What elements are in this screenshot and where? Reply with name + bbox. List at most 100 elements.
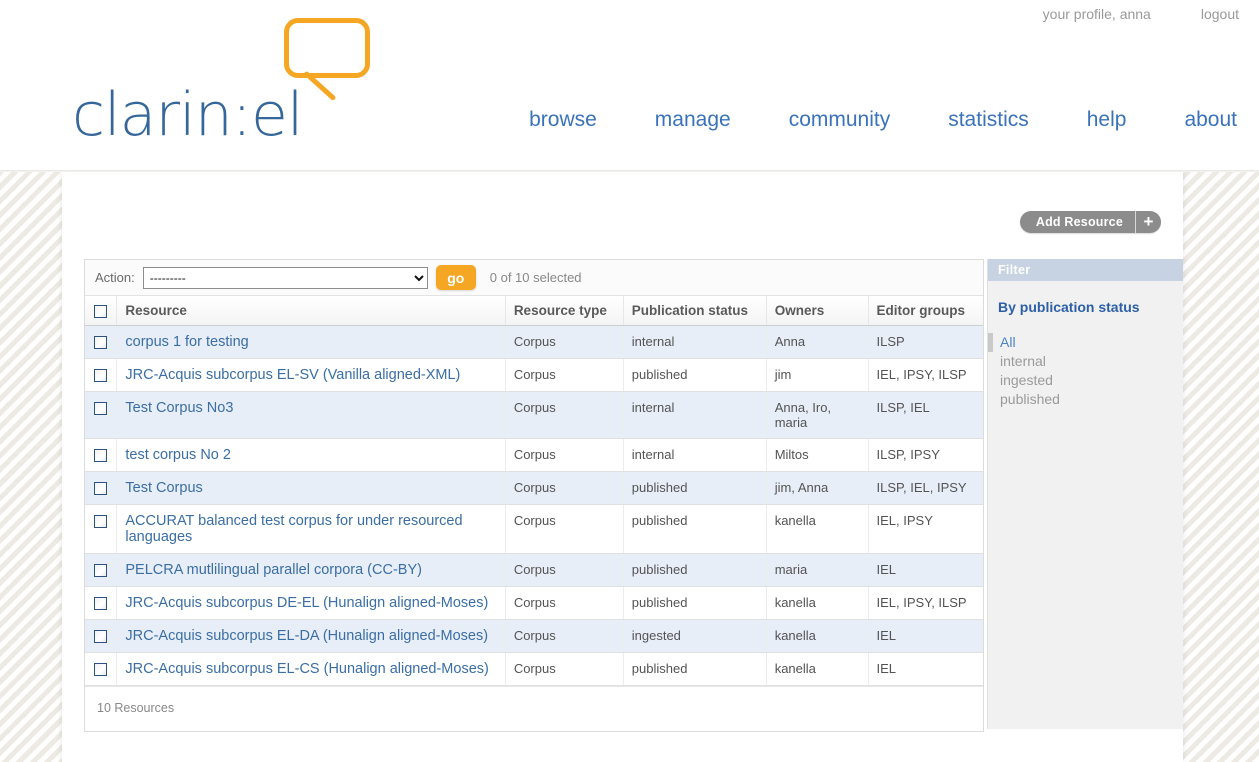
nav-item-manage[interactable]: manage <box>655 108 731 132</box>
resource-link[interactable]: PELCRA mutlilingual parallel corpora (CC… <box>125 562 422 578</box>
table-row: test corpus No 2 Corpus internal Miltos … <box>85 438 983 472</box>
table-row: corpus 1 for testing Corpus internal Ann… <box>85 325 983 359</box>
go-button[interactable]: go <box>435 265 476 290</box>
table-row: JRC-Acquis subcorpus EL-SV (Vanilla alig… <box>85 358 983 392</box>
cell-resource-type: Corpus <box>505 553 624 587</box>
column-header-resource-type[interactable]: Resource type <box>505 296 624 326</box>
action-label: Action: <box>95 270 135 285</box>
row-select-cell[interactable] <box>85 471 118 505</box>
nav-item-statistics[interactable]: statistics <box>948 108 1029 132</box>
column-header-publication-status[interactable]: Publication status <box>623 296 767 326</box>
row-checkbox[interactable] <box>94 663 108 677</box>
row-checkbox[interactable] <box>94 336 108 350</box>
row-checkbox[interactable] <box>94 564 108 578</box>
selection-count: 0 of 10 selected <box>489 270 582 285</box>
plus-icon: + <box>1135 211 1161 233</box>
cell-publication-status: published <box>623 652 767 686</box>
speech-bubble-icon <box>284 18 370 78</box>
resource-link[interactable]: JRC-Acquis subcorpus EL-DA (Hunalign ali… <box>125 628 488 644</box>
cell-publication-status: ingested <box>623 619 767 653</box>
profile-link[interactable]: your profile, anna <box>1043 6 1151 22</box>
cell-owners: kanella <box>766 504 869 554</box>
column-header-resource[interactable]: Resource <box>116 296 506 326</box>
resource-link[interactable]: JRC-Acquis subcorpus DE-EL (Hunalign ali… <box>125 595 488 611</box>
resource-link[interactable]: ACCURAT balanced test corpus for under r… <box>125 513 462 545</box>
resource-link[interactable]: JRC-Acquis subcorpus EL-CS (Hunalign ali… <box>125 661 488 677</box>
add-resource-label: Add Resource <box>1035 215 1123 229</box>
action-toolbar: Action: --------- go 0 of 10 selected <box>85 260 983 296</box>
cell-resource: Test Corpus No3 <box>116 391 506 439</box>
filter-group-title: By publication status <box>998 299 1140 315</box>
cell-owners: kanella <box>766 586 869 620</box>
cell-editor-groups: ILSP, IEL <box>868 391 983 439</box>
row-select-cell[interactable] <box>85 504 118 554</box>
cell-editor-groups: IEL, IPSY, ILSP <box>868 358 983 392</box>
cell-publication-status: internal <box>623 438 767 472</box>
row-checkbox[interactable] <box>94 482 108 496</box>
select-all-header[interactable] <box>85 296 118 326</box>
nav-item-about[interactable]: about <box>1184 108 1237 132</box>
cell-publication-status: published <box>623 586 767 620</box>
cell-resource-type: Corpus <box>505 619 624 653</box>
filter-title: Filter <box>988 259 1183 281</box>
cell-resource-type: Corpus <box>505 438 624 472</box>
resource-link[interactable]: JRC-Acquis subcorpus EL-SV (Vanilla alig… <box>125 367 460 383</box>
select-all-checkbox[interactable] <box>94 304 108 318</box>
cell-resource-type: Corpus <box>505 358 624 392</box>
cell-publication-status: internal <box>623 325 767 359</box>
header-divider <box>0 170 1259 172</box>
cell-editor-groups: IEL <box>868 652 983 686</box>
cell-editor-groups: ILSP <box>868 325 983 359</box>
row-select-cell[interactable] <box>85 391 118 439</box>
row-checkbox[interactable] <box>94 630 108 644</box>
main-navigation: browse manage community statistics help … <box>0 108 1259 132</box>
row-select-cell[interactable] <box>85 325 118 359</box>
row-checkbox[interactable] <box>94 515 108 529</box>
page-root: your profile, anna logout clarin:el brow… <box>0 0 1259 762</box>
resource-changelist: Action: --------- go 0 of 10 selected Re… <box>84 259 984 732</box>
cell-resource-type: Corpus <box>505 325 624 359</box>
row-checkbox[interactable] <box>94 369 108 383</box>
column-header-owners[interactable]: Owners <box>766 296 869 326</box>
cell-resource-type: Corpus <box>505 504 624 554</box>
resource-link[interactable]: Test Corpus <box>125 480 202 496</box>
cell-editor-groups: ILSP, IEL, IPSY <box>868 471 983 505</box>
filter-option-internal[interactable]: internal <box>988 352 1183 371</box>
resource-table: Resource Resource type Publication statu… <box>85 296 983 686</box>
action-select[interactable]: --------- <box>142 266 428 289</box>
filter-option-all[interactable]: All <box>988 333 1183 352</box>
row-select-cell[interactable] <box>85 438 118 472</box>
cell-resource: JRC-Acquis subcorpus DE-EL (Hunalign ali… <box>116 586 506 620</box>
column-header-editor-groups[interactable]: Editor groups <box>868 296 983 326</box>
resource-link[interactable]: corpus 1 for testing <box>125 334 248 350</box>
row-select-cell[interactable] <box>85 553 118 587</box>
cell-owners: jim <box>766 358 869 392</box>
row-select-cell[interactable] <box>85 586 118 620</box>
row-checkbox[interactable] <box>94 402 108 416</box>
cell-owners: kanella <box>766 619 869 653</box>
add-resource-button[interactable]: Add Resource + <box>1019 211 1161 233</box>
nav-item-community[interactable]: community <box>789 108 891 132</box>
nav-item-browse[interactable]: browse <box>529 108 597 132</box>
resource-link[interactable]: Test Corpus No3 <box>125 400 233 416</box>
cell-resource: PELCRA mutlilingual parallel corpora (CC… <box>116 553 506 587</box>
row-select-cell[interactable] <box>85 358 118 392</box>
cell-editor-groups: IEL <box>868 553 983 587</box>
row-checkbox[interactable] <box>94 449 108 463</box>
content-panel: Add Resource + Action: --------- go 0 of… <box>62 171 1183 762</box>
cell-resource-type: Corpus <box>505 471 624 505</box>
cell-resource: JRC-Acquis subcorpus EL-SV (Vanilla alig… <box>116 358 506 392</box>
resource-link[interactable]: test corpus No 2 <box>125 447 231 463</box>
nav-item-help[interactable]: help <box>1087 108 1127 132</box>
table-header-row: Resource Resource type Publication statu… <box>85 296 983 326</box>
row-select-cell[interactable] <box>85 652 118 686</box>
filter-option-ingested[interactable]: ingested <box>988 371 1183 390</box>
filter-option-published[interactable]: published <box>988 390 1183 409</box>
row-checkbox[interactable] <box>94 597 108 611</box>
row-select-cell[interactable] <box>85 619 118 653</box>
cell-publication-status: published <box>623 504 767 554</box>
filter-option-list: All internal ingested published <box>988 333 1183 409</box>
cell-resource: test corpus No 2 <box>116 438 506 472</box>
logout-link[interactable]: logout <box>1201 6 1239 22</box>
paginator: 10 Resources <box>85 686 983 731</box>
